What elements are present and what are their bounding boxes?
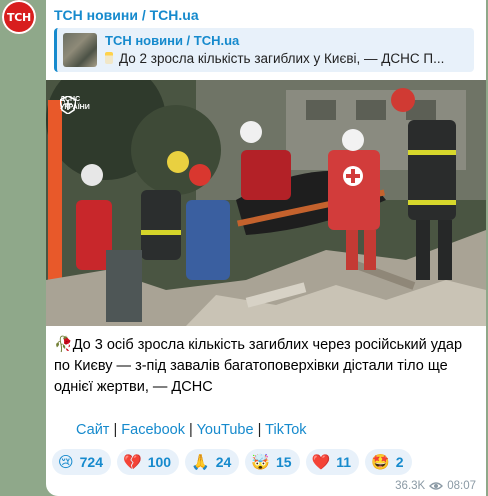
reaction-count: 100 — [147, 454, 172, 470]
wilted-rose-icon: 🥀 — [54, 335, 73, 353]
reply-text-row: До 2 зросла кількість загиблих у Києві, … — [105, 51, 474, 66]
reaction-broken-heart[interactable]: 💔 100 — [117, 449, 180, 475]
praying-hands-icon: 🙏 — [191, 453, 210, 471]
reply-preview[interactable]: ТСН новини / TCH.ua До 2 зросла кількіст… — [54, 28, 474, 72]
reaction-star-struck[interactable]: 🤩 2 — [365, 449, 412, 475]
social-links: Сайт | Facebook | YouTube | TikTok — [76, 422, 307, 438]
reaction-heart[interactable]: ❤️ 11 — [305, 449, 360, 475]
link-facebook[interactable]: Facebook — [121, 422, 185, 438]
channel-avatar[interactable]: ТСН — [2, 0, 36, 34]
view-count: 36.3K — [395, 480, 426, 492]
reaction-exploding-head[interactable]: 🤯 15 — [245, 449, 300, 475]
reaction-pray[interactable]: 🙏 24 — [185, 449, 240, 475]
message-meta: 36.3K 08:07 — [395, 480, 476, 492]
link-youtube[interactable]: YouTube — [197, 422, 254, 438]
message-photo[interactable]: ДСНС УКРАЇНИ — [46, 80, 486, 326]
dsns-watermark: ДСНС УКРАЇНИ — [60, 96, 90, 114]
crying-face-icon: 😢 — [58, 453, 74, 471]
caption-text: До 3 осіб зросла кількість загиблих чере… — [54, 337, 463, 395]
star-struck-icon: 🤩 — [371, 453, 390, 471]
message-time: 08:07 — [447, 480, 476, 492]
link-site[interactable]: Сайт — [76, 422, 109, 438]
reply-title: ТСН новини / TCH.ua — [105, 33, 240, 48]
dsns-emblem-icon — [60, 96, 76, 114]
channel-name[interactable]: ТСН новини / TCH.ua — [54, 7, 199, 23]
message-bubble: ТСН новини / TCH.ua ТСН новини / TCH.ua … — [46, 0, 486, 496]
broken-heart-icon: 💔 — [123, 453, 142, 471]
reply-text: До 2 зросла кількість загиблих у Києві, … — [119, 51, 445, 66]
reaction-count: 2 — [395, 454, 404, 470]
link-tiktok[interactable]: TikTok — [265, 422, 306, 438]
link-separator: | — [257, 422, 262, 438]
reply-thumbnail — [63, 33, 97, 67]
rescue-scene-illustration — [46, 80, 486, 326]
reactions-bar: 😢 724 💔 100 🙏 24 🤯 15 ❤️ 11 🤩 2 — [52, 449, 412, 475]
reaction-count: 24 — [215, 454, 232, 470]
link-separator: | — [113, 422, 118, 438]
link-separator: | — [189, 422, 193, 438]
reaction-crying[interactable]: 😢 724 — [52, 449, 111, 475]
eye-icon — [429, 482, 444, 490]
candle-icon — [105, 52, 113, 64]
reaction-count: 724 — [79, 454, 103, 470]
message-caption: 🥀До 3 осіб зросла кількість загиблих чер… — [54, 334, 478, 398]
reaction-count: 15 — [276, 454, 292, 470]
heart-icon: ❤️ — [311, 453, 331, 471]
exploding-head-icon: 🤯 — [251, 453, 270, 471]
reaction-count: 11 — [336, 454, 352, 470]
